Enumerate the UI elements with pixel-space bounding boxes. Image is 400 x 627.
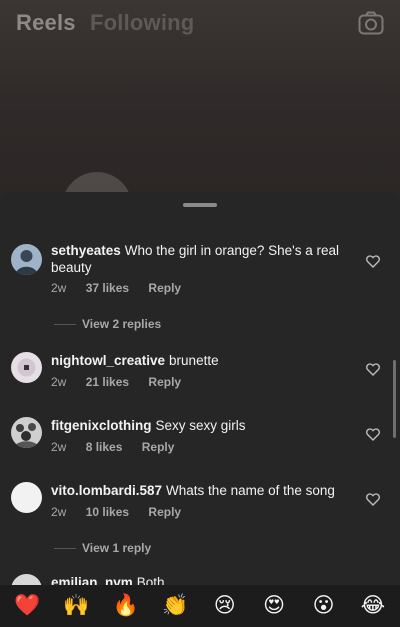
emoji-reaction-bar: ❤️ 🙌 🔥 👏 😢 😍 😮 😂 bbox=[0, 585, 400, 627]
comment-body: Whats the name of the song bbox=[166, 483, 335, 498]
reply-button[interactable]: Reply bbox=[142, 440, 175, 454]
clapping-hands-emoji-icon[interactable]: 👏 bbox=[162, 594, 188, 618]
surprised-face-emoji-icon[interactable]: 😮 bbox=[311, 594, 337, 618]
fire-emoji-icon[interactable]: 🔥 bbox=[113, 594, 139, 618]
top-bar: Reels Following bbox=[0, 0, 400, 46]
view-replies-button[interactable]: View 2 replies bbox=[54, 317, 161, 331]
sheet-grabber[interactable] bbox=[183, 203, 217, 207]
comment-username[interactable]: sethyeates bbox=[51, 243, 121, 258]
comment-text-block: fitgenixclothing Sexy sexy girls bbox=[51, 417, 351, 434]
comment-time: 2w bbox=[51, 440, 67, 454]
like-heart-icon[interactable] bbox=[366, 363, 380, 376]
red-heart-emoji-icon[interactable]: ❤️ bbox=[14, 594, 40, 618]
comment-text-block: nightowl_creative brunette bbox=[51, 352, 351, 369]
comment-meta: 2w 8 likes Reply bbox=[51, 440, 190, 454]
view-replies-label: View 2 replies bbox=[82, 317, 162, 331]
comment-meta: 2w 21 likes Reply bbox=[51, 375, 197, 389]
comment-time: 2w bbox=[51, 505, 67, 519]
view-replies-button[interactable]: View 1 reply bbox=[54, 541, 151, 555]
avatar[interactable] bbox=[11, 482, 42, 513]
comment-username[interactable]: vito.lombardi.587 bbox=[51, 483, 162, 498]
reply-button[interactable]: Reply bbox=[148, 281, 181, 295]
avatar[interactable] bbox=[11, 352, 42, 383]
comment-time: 2w bbox=[51, 375, 67, 389]
reply-button[interactable]: Reply bbox=[148, 375, 181, 389]
comments-sheet: sethyeates Who the girl in orange? She's … bbox=[0, 192, 400, 627]
replies-divider bbox=[54, 323, 76, 325]
comment-text-block: sethyeates Who the girl in orange? She's … bbox=[51, 242, 351, 276]
scrollbar[interactable] bbox=[393, 360, 396, 438]
comment-username[interactable]: nightowl_creative bbox=[51, 353, 165, 368]
avatar[interactable] bbox=[11, 417, 42, 448]
tab-following[interactable]: Following bbox=[90, 10, 194, 36]
crying-face-emoji-icon[interactable]: 😢 bbox=[212, 594, 238, 618]
tab-reels[interactable]: Reels bbox=[16, 10, 76, 36]
comment-meta: 2w 10 likes Reply bbox=[51, 505, 197, 519]
heart-eyes-emoji-icon[interactable]: 😍 bbox=[261, 594, 287, 618]
comment-body: brunette bbox=[169, 353, 219, 368]
like-heart-icon[interactable] bbox=[366, 255, 380, 268]
comment-likes[interactable]: 8 likes bbox=[86, 440, 123, 454]
reply-button[interactable]: Reply bbox=[148, 505, 181, 519]
comment-likes[interactable]: 21 likes bbox=[86, 375, 129, 389]
like-heart-icon[interactable] bbox=[366, 428, 380, 441]
view-replies-label: View 1 reply bbox=[82, 541, 152, 555]
camera-icon[interactable] bbox=[358, 11, 384, 35]
comment-username[interactable]: fitgenixclothing bbox=[51, 418, 152, 433]
replies-divider bbox=[54, 547, 76, 549]
comment-body: Sexy sexy girls bbox=[155, 418, 246, 433]
comment-likes[interactable]: 10 likes bbox=[86, 505, 129, 519]
tears-of-joy-emoji-icon[interactable]: 😂 bbox=[360, 594, 386, 618]
comment-text-block: vito.lombardi.587 Whats the name of the s… bbox=[51, 482, 351, 499]
avatar[interactable] bbox=[11, 244, 42, 275]
like-heart-icon[interactable] bbox=[366, 493, 380, 506]
comment-meta: 2w 37 likes Reply bbox=[51, 281, 197, 295]
raising-hands-emoji-icon[interactable]: 🙌 bbox=[63, 594, 89, 618]
comment-time: 2w bbox=[51, 281, 67, 295]
comment-likes[interactable]: 37 likes bbox=[86, 281, 129, 295]
